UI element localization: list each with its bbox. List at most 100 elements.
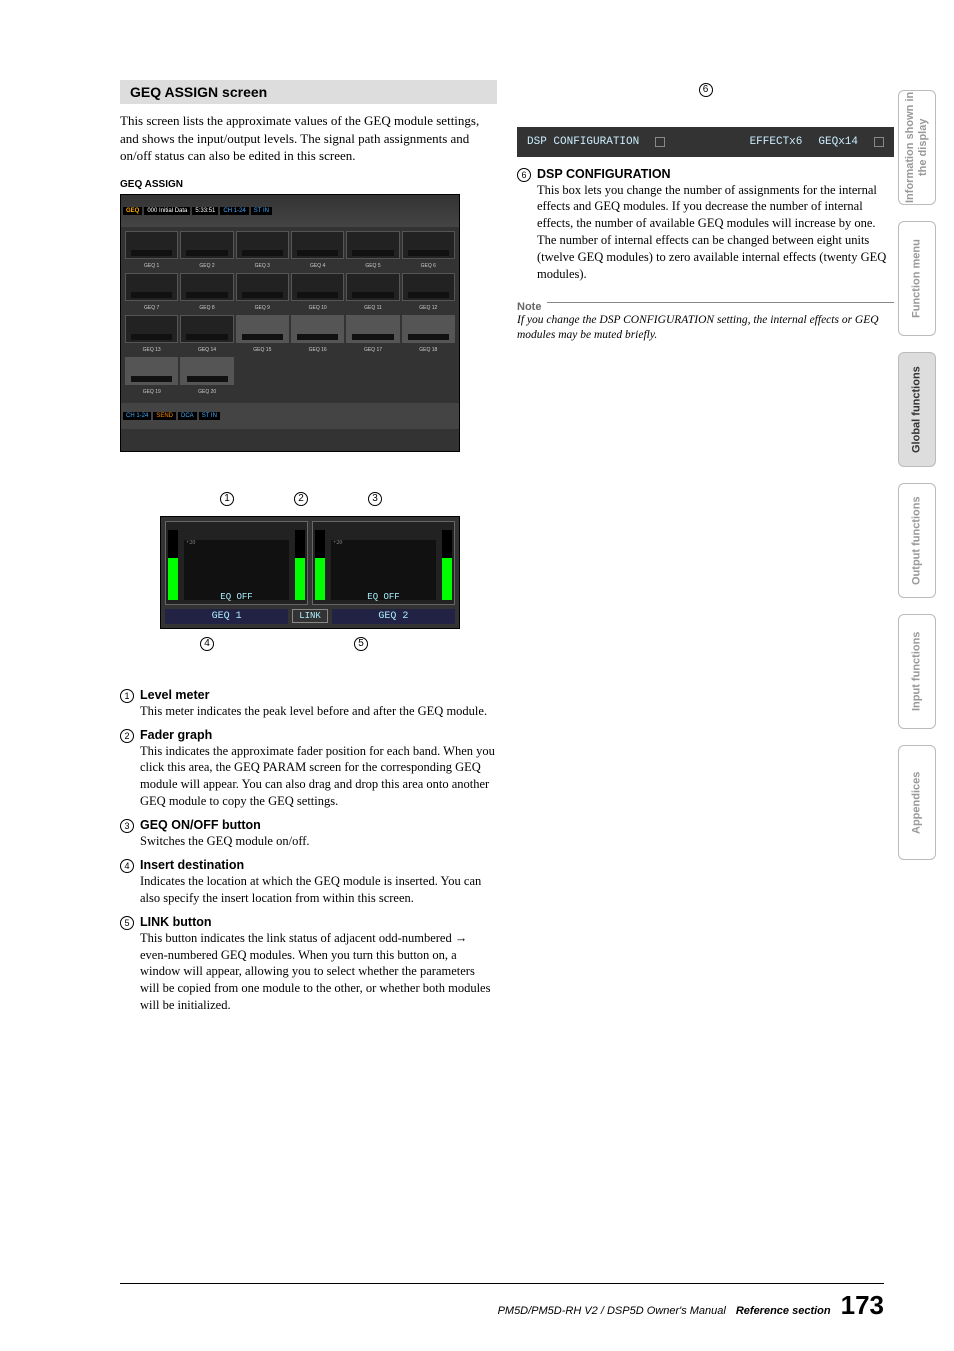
geq-label: GEQ 3 xyxy=(236,263,289,269)
geq-cell xyxy=(125,273,178,301)
section-header: GEQ ASSIGN screen xyxy=(120,80,497,104)
geq-cell xyxy=(125,231,178,259)
meter-scale: +20 xyxy=(333,540,342,546)
scr-ch: CH 1-24 xyxy=(220,207,248,215)
tab-appendices[interactable]: Appendices xyxy=(898,745,936,860)
def-body: This meter indicates the peak level befo… xyxy=(140,703,497,720)
footer-ref: Reference section xyxy=(736,1305,831,1317)
geq-cell xyxy=(291,231,344,259)
tab-output-functions[interactable]: Output functions xyxy=(898,483,936,598)
geq-cell xyxy=(180,273,233,301)
definition-list: 1 Level meter This meter indicates the pe… xyxy=(120,688,497,1014)
tab-information[interactable]: Information shown in the display xyxy=(898,90,936,205)
geq-label: GEQ 9 xyxy=(236,305,289,311)
callout-6: 6 xyxy=(699,83,713,97)
def-body: This button indicates the link status of… xyxy=(140,930,497,1014)
tab-global-functions[interactable]: Global functions xyxy=(898,352,936,467)
geq-label: GEQ 8 xyxy=(180,305,233,311)
note-body: If you change the DSP CONFIGURATION sett… xyxy=(517,313,894,343)
scr-stin-bottom: ST IN xyxy=(199,412,220,420)
scr-time: 5:33:51 xyxy=(192,207,218,215)
dsp-config-bar: DSP CONFIGURATION EFFECTx6 GEQx14 xyxy=(517,127,894,157)
geq-label: GEQ 2 xyxy=(180,263,233,269)
geq-cell-unavailable xyxy=(291,315,344,343)
detail-geq-module: +20 EQ OFF xyxy=(312,521,455,605)
callout-2: 2 xyxy=(294,492,308,506)
geq-label: GEQ 1 xyxy=(125,263,178,269)
def-num: 1 xyxy=(120,689,134,703)
scr-stin: ST IN xyxy=(251,207,272,215)
def-title: GEQ ON/OFF button xyxy=(140,818,261,832)
def-num: 2 xyxy=(120,729,134,743)
callout-1: 1 xyxy=(220,492,234,506)
meter-scale: +20 xyxy=(186,540,195,546)
def-body: This box lets you change the number of a… xyxy=(537,182,894,283)
eq-off-button[interactable]: EQ OFF xyxy=(367,592,399,602)
geq-label: GEQ 4 xyxy=(291,263,344,269)
geq-cell xyxy=(346,231,399,259)
page-footer: PM5D/PM5D-RH V2 / DSP5D Owner's Manual R… xyxy=(120,1283,884,1321)
geq-label: GEQ 20 xyxy=(180,389,233,395)
geq-assign-screenshot: GEQ 000 Initial Data 5:33:51 CH 1-24 ST … xyxy=(120,194,460,452)
def-num: 5 xyxy=(120,916,134,930)
geq-cell-unavailable xyxy=(125,357,178,385)
geq-label: GEQ 16 xyxy=(291,347,344,353)
geq-label: GEQ 19 xyxy=(125,389,178,395)
def-title: Fader graph xyxy=(140,728,212,742)
def-title: Level meter xyxy=(140,688,209,702)
geq-cell xyxy=(180,315,233,343)
geq-module-name[interactable]: GEQ 2 xyxy=(332,609,455,624)
geq-cell xyxy=(236,231,289,259)
screenshot-label: GEQ ASSIGN xyxy=(120,179,497,190)
def-title: Insert destination xyxy=(140,858,244,872)
effect-count: EFFECTx6 xyxy=(750,136,803,148)
footer-page-number: 173 xyxy=(841,1290,884,1321)
footer-manual: PM5D/PM5D-RH V2 / DSP5D Owner's Manual xyxy=(498,1305,726,1317)
link-button[interactable]: LINK xyxy=(292,609,328,623)
def-num: 6 xyxy=(517,168,531,182)
def-num: 4 xyxy=(120,859,134,873)
geq-label: GEQ 5 xyxy=(346,263,399,269)
fader-graph[interactable]: +20 xyxy=(331,540,436,600)
arrow-right-icon[interactable] xyxy=(874,137,884,147)
scr-geq-chip: GEQ xyxy=(123,207,142,215)
level-meter-icon xyxy=(442,530,452,600)
geq-cell xyxy=(180,231,233,259)
geq-label: GEQ 15 xyxy=(236,347,289,353)
geq-cell xyxy=(125,315,178,343)
callout-4: 4 xyxy=(200,637,214,651)
geq-count: GEQx14 xyxy=(818,136,858,148)
tab-input-functions[interactable]: Input functions xyxy=(898,614,936,729)
tab-function-menu[interactable]: Function menu xyxy=(898,221,936,336)
geq-cell-unavailable xyxy=(402,315,455,343)
level-me-icon xyxy=(295,530,305,600)
geq-cell xyxy=(346,273,399,301)
geq-label: GEQ 18 xyxy=(402,347,455,353)
def-title: LINK button xyxy=(140,915,212,929)
scr-scene: 000 Initial Data xyxy=(144,207,190,215)
fader-graph[interactable]: +20 xyxy=(184,540,289,600)
geq-cell-unavailable xyxy=(346,315,399,343)
geq-cell-unavailable xyxy=(180,357,233,385)
detail-figure: 1 2 3 +20 EQ OFF xyxy=(160,492,460,672)
geq-label: GEQ 6 xyxy=(402,263,455,269)
geq-cell xyxy=(402,273,455,301)
geq-label: GEQ 17 xyxy=(346,347,399,353)
scr-send: SEND xyxy=(153,412,176,420)
eq-off-button[interactable]: EQ OFF xyxy=(220,592,252,602)
arrow-left-icon[interactable] xyxy=(655,137,665,147)
geq-label: GEQ 7 xyxy=(125,305,178,311)
def-num: 3 xyxy=(120,819,134,833)
geq-label: GEQ 11 xyxy=(346,305,399,311)
scr-dca: DCA xyxy=(178,412,197,420)
def-body: Indicates the location at which the GEQ … xyxy=(140,873,497,907)
geq-cell-unavailable xyxy=(236,315,289,343)
intro-paragraph: This screen lists the approximate values… xyxy=(120,112,497,165)
level-meter-icon xyxy=(168,530,178,600)
geq-label: GEQ 13 xyxy=(125,347,178,353)
scr-ch-bottom: CH 1-24 xyxy=(123,412,151,420)
def-body: Switches the GEQ module on/off. xyxy=(140,833,497,850)
dsp-config-label: DSP CONFIGURATION xyxy=(527,136,639,148)
level-meter-icon xyxy=(315,530,325,600)
geq-module-name[interactable]: GEQ 1 xyxy=(165,609,288,624)
